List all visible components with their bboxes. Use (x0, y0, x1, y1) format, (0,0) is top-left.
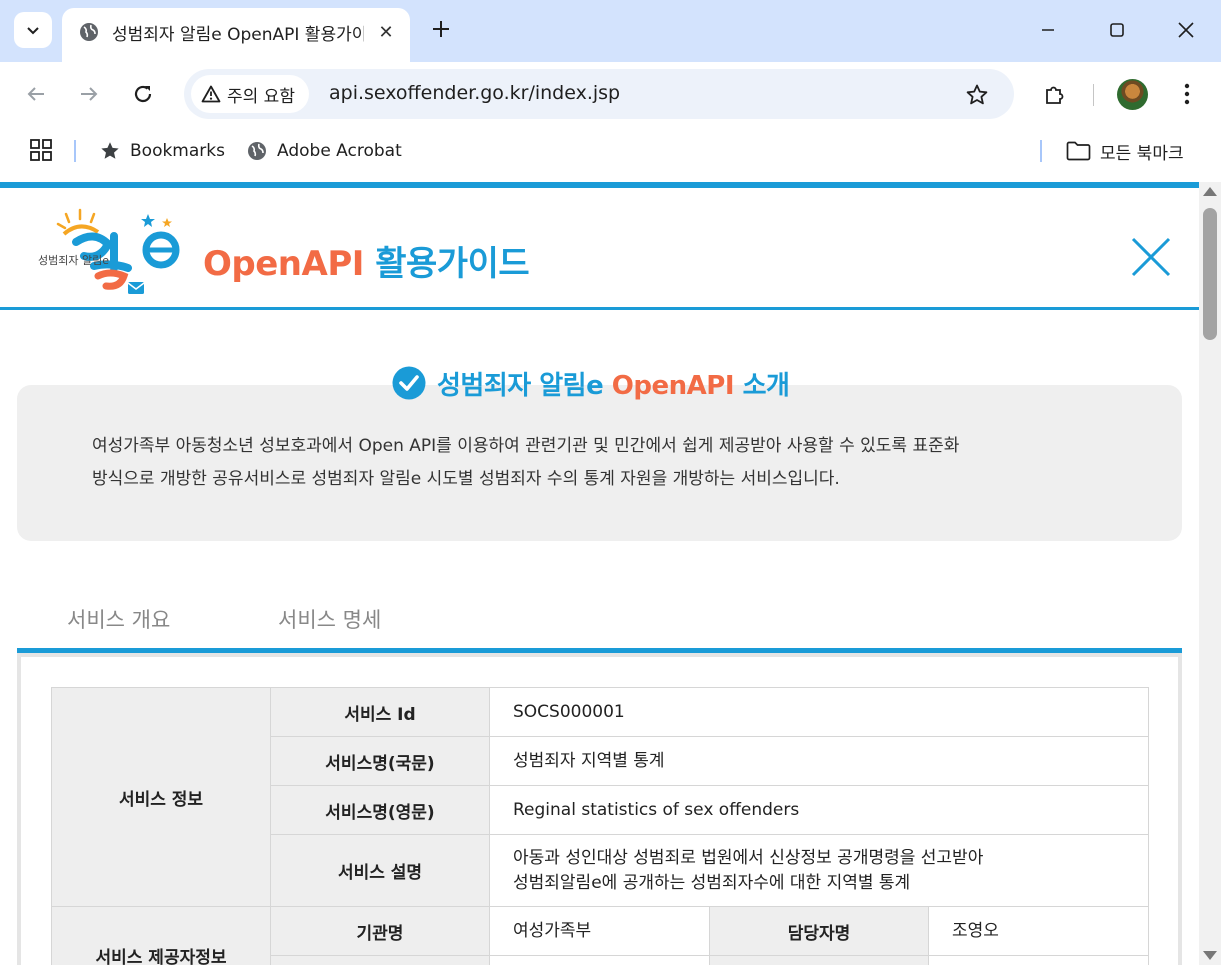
reload-button[interactable] (125, 76, 161, 112)
close-icon (1178, 22, 1194, 38)
organization-value: 여성가족부 (489, 906, 710, 956)
page-title-openapi: OpenAPI (203, 244, 364, 284)
bookmarks-bar: Bookmarks Adobe Acrobat 모든 북마크 (0, 126, 1221, 182)
row-group-provider-info: 서비스 제공자정보 (51, 906, 271, 965)
tab-close-icon[interactable]: ✕ (375, 21, 397, 43)
window-close-button[interactable] (1164, 12, 1208, 48)
intro-title: 성범죄자 알림e OpenAPI 소개 (437, 365, 790, 402)
field-label (270, 955, 490, 965)
browser-menu-button[interactable] (1170, 76, 1204, 112)
bookmark-item-adobe-acrobat[interactable]: Adobe Acrobat (246, 138, 402, 164)
star-outline-icon (966, 84, 988, 105)
profile-avatar[interactable] (1117, 79, 1148, 110)
intro-heading: 성범죄자 알림e OpenAPI 소개 (391, 364, 790, 402)
bookmarks-separator (1040, 140, 1042, 162)
intro-description-line: 여성가족부 아동청소년 성보호과에서 Open API를 이용하여 관련기관 및… (92, 436, 960, 456)
tab-bar: 성범죄자 알림e OpenAPI 활용가이드 ✕ (0, 0, 1221, 62)
reload-icon (134, 85, 152, 103)
service-description-line: 성범죄알림e에 공개하는 성범죄자수에 대한 지역별 통계 (513, 872, 911, 893)
table-row: 서비스 제공자정보 기관명 여성가족부 담당자명 조영오 (51, 906, 1150, 965)
field-label: 기관명 (270, 906, 490, 956)
row-group-service-info: 서비스 정보 (51, 687, 271, 907)
extensions-button[interactable] (1037, 76, 1073, 112)
bookmark-label: Bookmarks (130, 141, 225, 161)
scrollbar-thumb[interactable] (1203, 208, 1217, 340)
close-icon[interactable] (1130, 236, 1172, 278)
maximize-icon (1110, 23, 1124, 37)
security-warning-label: 주의 요함 (227, 86, 295, 107)
site-logo[interactable]: 성범죄자 알림e (36, 202, 186, 302)
content-tabs: 서비스 개요 서비스 명세 (17, 592, 1182, 654)
toolbar-divider (1093, 84, 1094, 106)
table-cell (489, 955, 710, 965)
service-name-en-value: Reginal statistics of sex offenders (488, 785, 1150, 835)
minimize-icon (1042, 29, 1054, 31)
bookmarks-separator (74, 140, 76, 162)
browser-tab-active[interactable]: 성범죄자 알림e OpenAPI 활용가이드 ✕ (62, 8, 410, 62)
arrow-right-icon (81, 87, 98, 101)
field-label: 서비스명(영문) (270, 785, 490, 835)
forward-button[interactable] (71, 76, 107, 112)
intro-description-line: 방식으로 개방한 공유서비스로 성범죄자 알림e 시도별 성범죄자 수의 통계 … (92, 469, 840, 489)
apps-grid-icon[interactable] (30, 139, 52, 161)
page-title: OpenAPI 활용가이드 (203, 236, 530, 285)
url-text[interactable]: api.sexoffender.go.kr/index.jsp (329, 82, 620, 104)
new-tab-button[interactable] (426, 14, 456, 44)
page-scrollbar[interactable] (1199, 182, 1221, 965)
field-label (709, 955, 929, 965)
field-label: 서비스 Id (270, 687, 490, 737)
back-button[interactable] (18, 76, 54, 112)
intro-title-openapi: OpenAPI (611, 370, 735, 401)
service-name-kr-value: 성범죄자 지역별 통계 (488, 736, 1150, 786)
manager-value: 조영오 (927, 906, 1150, 956)
page-viewport: 성범죄자 알림e OpenAPI 활용가이드 성범죄자 알림e OpenAPI … (0, 182, 1221, 965)
globe-icon (80, 23, 98, 41)
browser-chrome: 성범죄자 알림e OpenAPI 활용가이드 ✕ 주의 요함 api.sexof… (0, 0, 1221, 182)
globe-icon (248, 142, 266, 160)
field-label: 서비스명(국문) (270, 736, 490, 786)
scroll-down-arrow-icon[interactable] (1203, 951, 1217, 960)
chevron-down-icon (27, 27, 39, 35)
scroll-up-arrow-icon[interactable] (1203, 187, 1217, 196)
minimize-button[interactable] (1026, 12, 1070, 48)
tab-service-overview[interactable]: 서비스 개요 (67, 604, 170, 634)
bookmark-star-button[interactable] (962, 80, 992, 110)
service-spec-table: 서비스 정보 서비스 Id SOCS000001 서비스명(국문) 성범죄자 지… (51, 687, 1150, 965)
security-warning-chip[interactable]: 주의 요함 (191, 75, 309, 113)
intro-title-tail: 소개 (742, 370, 790, 401)
folder-icon (1066, 141, 1091, 161)
logo-caption: 성범죄자 알림e (38, 253, 109, 267)
puzzle-icon (1046, 86, 1064, 104)
star-icon (101, 142, 119, 159)
more-vertical-icon (1184, 83, 1190, 105)
warning-icon (201, 85, 221, 103)
browser-toolbar: 주의 요함 api.sexoffender.go.kr/index.jsp (0, 62, 1221, 126)
all-bookmarks-button[interactable]: 모든 북마크 (1066, 138, 1184, 164)
field-label: 서비스 설명 (270, 834, 490, 907)
address-bar[interactable]: 주의 요함 api.sexoffender.go.kr/index.jsp (184, 69, 1014, 119)
maximize-button[interactable] (1095, 12, 1139, 48)
bookmark-item-bookmarks[interactable]: Bookmarks (99, 138, 225, 164)
service-description-value: 아동과 성인대상 성범죄로 법원에서 신상정보 공개명령을 선고받아 성범죄알림… (488, 834, 1150, 907)
service-description-line: 아동과 성인대상 성범죄로 법원에서 신상정보 공개명령을 선고받아 (513, 847, 984, 868)
check-circle-icon (392, 366, 426, 400)
field-label: 담당자명 (709, 906, 929, 956)
intro-description: 여성가족부 아동청소년 성보호과에서 Open API를 이용하여 관련기관 및… (92, 430, 1122, 496)
service-id-value: SOCS000001 (488, 687, 1150, 737)
all-bookmarks-label: 모든 북마크 (1100, 143, 1184, 164)
plus-icon (433, 21, 449, 37)
arrow-left-icon (27, 87, 44, 101)
tab-title: 성범죄자 알림e OpenAPI 활용가이드 (112, 25, 364, 45)
page-title-guide: 활용가이드 (375, 244, 530, 284)
site-header: 성범죄자 알림e OpenAPI 활용가이드 (0, 188, 1199, 310)
tab-search-button[interactable] (14, 12, 52, 48)
table-cell (927, 955, 1150, 965)
intro-title-main: 성범죄자 알림e (437, 370, 604, 401)
bookmark-label: Adobe Acrobat (277, 141, 402, 161)
table-row: 서비스 정보 서비스 Id SOCS000001 (51, 687, 1150, 907)
tab-service-spec[interactable]: 서비스 명세 (278, 604, 381, 634)
page-content: 성범죄자 알림e OpenAPI 활용가이드 성범죄자 알림e OpenAPI … (0, 182, 1199, 965)
